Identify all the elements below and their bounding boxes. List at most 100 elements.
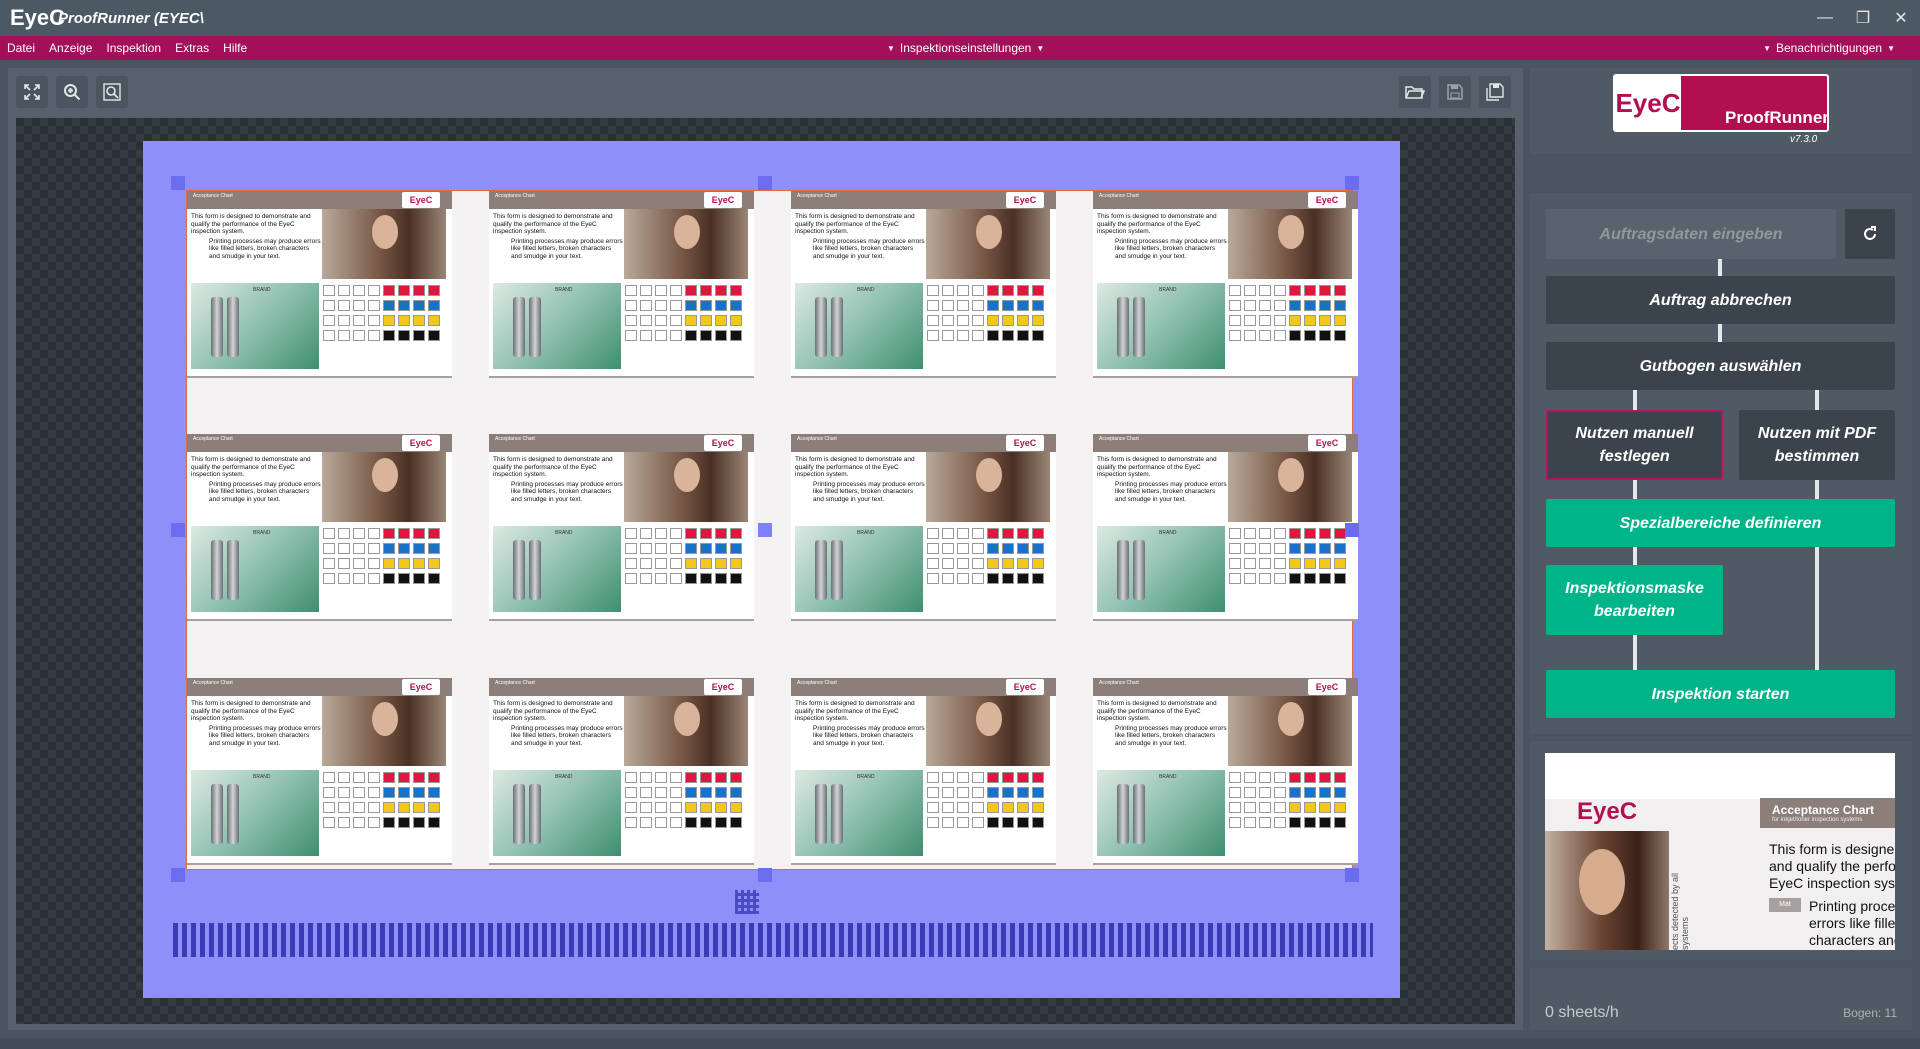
color-swatch [353, 817, 365, 828]
special-areas-button[interactable]: Spezialbereiche definieren [1546, 499, 1895, 547]
bottle [1133, 540, 1145, 600]
color-swatch [1274, 772, 1286, 783]
preview-image[interactable]: EyeC ects detected by all systems Accept… [1545, 753, 1895, 950]
close-button[interactable]: ✕ [1882, 0, 1920, 36]
color-swatch [987, 543, 999, 554]
color-swatch [1304, 300, 1316, 311]
bottle [1117, 297, 1129, 357]
color-swatch [368, 528, 380, 539]
manual-layout-button[interactable]: Nutzen manuell festlegen [1546, 410, 1723, 480]
triangle-down-icon: ▼ [1763, 43, 1771, 53]
color-swatch [1017, 802, 1029, 813]
color-swatches [1229, 528, 1355, 584]
brand-label: BRAND [857, 774, 875, 780]
order-entry-button[interactable]: Auftragsdaten eingeben [1546, 209, 1836, 259]
edge-handle[interactable] [758, 176, 772, 190]
edit-mask-button[interactable]: Inspektionsmaske bearbeiten [1546, 565, 1723, 635]
minimize-button[interactable]: — [1806, 0, 1844, 36]
color-swatch [1319, 787, 1331, 798]
open-folder-icon[interactable] [1399, 76, 1431, 108]
color-swatch [1289, 543, 1301, 554]
acceptance-chart-cell: Acceptance Chart EyeC This form is designe… [187, 434, 452, 621]
color-swatch [670, 558, 682, 569]
menu-extras[interactable]: Extras [168, 41, 216, 55]
color-swatch [1017, 787, 1029, 798]
notifications-menu[interactable]: ▼ Benachrichtigungen ▼ [1758, 36, 1900, 60]
menu-anzeige[interactable]: Anzeige [42, 41, 99, 55]
chart-title: Acceptance Chart [495, 680, 535, 686]
brand-label: BRAND [555, 774, 573, 780]
sheet-outline[interactable]: Acceptance Chart EyeC This form is designe… [143, 141, 1400, 998]
color-swatch [1002, 285, 1014, 296]
start-inspection-button[interactable]: Inspektion starten [1546, 670, 1895, 718]
color-swatch [413, 300, 425, 311]
connector-line [1815, 478, 1819, 500]
save-as-icon[interactable] [1479, 76, 1511, 108]
center-handle[interactable] [758, 523, 772, 537]
inspection-settings-menu[interactable]: ▼ Inspektionseinstellungen ▼ [882, 36, 1049, 60]
chart-product-image: BRAND [795, 526, 923, 612]
cancel-order-button[interactable]: Auftrag abbrechen [1546, 276, 1895, 324]
color-swatch [1032, 315, 1044, 326]
color-swatch [368, 817, 380, 828]
chart-text-line: This form is designed to demonstrate and… [493, 213, 613, 235]
sheet-viewport[interactable]: Acceptance Chart EyeC This form is designe… [16, 118, 1515, 1024]
chart-portrait [322, 452, 446, 522]
color-swatch [670, 802, 682, 813]
restore-button[interactable]: ❐ [1844, 0, 1882, 36]
color-swatch [957, 543, 969, 554]
color-swatch [685, 772, 697, 783]
color-swatch [398, 817, 410, 828]
brand-label: BRAND [1159, 774, 1177, 780]
edge-handle[interactable] [171, 523, 185, 537]
pdf-layout-button[interactable]: Nutzen mit PDF bestimmen [1739, 410, 1895, 480]
menu-datei[interactable]: Datei [0, 41, 42, 55]
color-swatch [972, 300, 984, 311]
color-swatch [338, 558, 350, 569]
acceptance-chart-cell: Acceptance Chart EyeC This form is designe… [791, 678, 1056, 865]
color-swatches [1229, 285, 1355, 341]
color-swatch [413, 315, 425, 326]
color-swatch [1304, 573, 1316, 584]
select-proof-button[interactable]: Gutbogen auswählen [1546, 342, 1895, 390]
chart-product-image: BRAND [1097, 526, 1225, 612]
zoom-in-icon[interactable] [56, 76, 88, 108]
pdf-layout-line1: Nutzen mit PDF [1757, 425, 1877, 442]
fit-to-screen-icon[interactable] [16, 76, 48, 108]
inspection-settings-label: Inspektionseinstellungen [899, 41, 1032, 55]
color-swatch [428, 817, 440, 828]
edge-handle[interactable] [758, 868, 772, 882]
color-swatch [640, 300, 652, 311]
color-swatch [1002, 315, 1014, 326]
triangle-down-icon: ▼ [1036, 43, 1045, 53]
color-swatch [1002, 573, 1014, 584]
corner-handle[interactable] [1345, 176, 1359, 190]
chart-portrait [624, 452, 748, 522]
corner-handle[interactable] [171, 176, 185, 190]
color-swatch [715, 817, 727, 828]
zoom-region-icon[interactable] [96, 76, 128, 108]
color-swatch [655, 802, 667, 813]
save-icon[interactable] [1439, 76, 1471, 108]
edge-handle[interactable] [1345, 523, 1359, 537]
menu-hilfe[interactable]: Hilfe [216, 41, 254, 55]
chart-title: Acceptance Chart [193, 436, 233, 442]
refresh-button[interactable] [1845, 209, 1895, 259]
color-swatch [323, 285, 335, 296]
menu-inspektion[interactable]: Inspektion [99, 41, 168, 55]
color-swatch [1032, 528, 1044, 539]
chart-logo: EyeC [704, 679, 742, 695]
color-swatch [413, 817, 425, 828]
color-swatch [655, 300, 667, 311]
color-swatch [715, 772, 727, 783]
corner-handle[interactable] [1345, 868, 1359, 882]
color-swatch [323, 300, 335, 311]
chart-text-line: Printing processes may produce errors li… [209, 237, 321, 260]
preview-subtitle: for inkjet/toner inspection systems [1772, 817, 1863, 823]
color-swatch [942, 817, 954, 828]
color-swatch [368, 558, 380, 569]
color-swatch [1334, 787, 1346, 798]
color-swatch [323, 817, 335, 828]
corner-handle[interactable] [171, 868, 185, 882]
chart-title: Acceptance Chart [193, 193, 233, 199]
